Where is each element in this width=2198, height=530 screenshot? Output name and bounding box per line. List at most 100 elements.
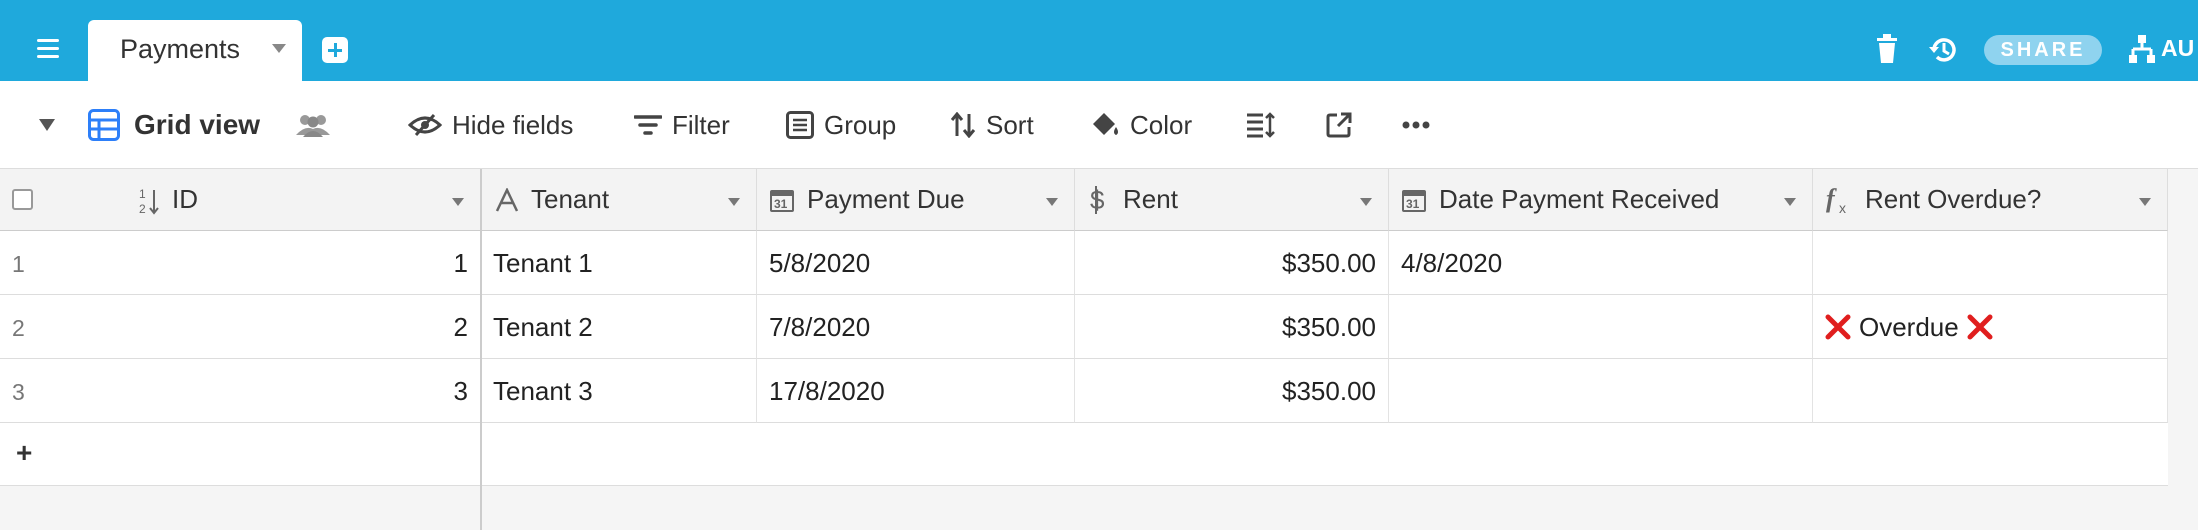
cell-rent[interactable]: $350.00 — [1075, 231, 1389, 295]
external-link-icon — [1326, 112, 1352, 138]
column-name: Rent — [1123, 184, 1178, 214]
triangle-down-icon — [39, 119, 55, 131]
row-number: 3 — [12, 379, 25, 405]
cross-mark-icon — [1967, 314, 1993, 340]
automations-icon[interactable] — [2128, 34, 2156, 64]
column-name: Payment Due — [807, 184, 965, 214]
table-row[interactable]: 2 2 — [0, 295, 481, 359]
calendar-icon: 31 — [770, 189, 794, 212]
view-switcher[interactable]: Grid view — [88, 81, 260, 169]
tab-payments[interactable]: Payments — [88, 20, 302, 81]
calendar-icon: 31 — [1402, 189, 1426, 212]
sort-label: Sort — [986, 109, 1034, 140]
more-options-button[interactable] — [1402, 81, 1430, 169]
view-toolbar: Grid view Hide fields Filter Group Sort — [0, 81, 2198, 169]
people-icon — [296, 115, 330, 137]
cell-rent[interactable]: $350.00 — [1075, 359, 1389, 423]
column-name: ID — [172, 184, 198, 214]
filter-label: Filter — [672, 109, 730, 140]
view-name: Grid view — [134, 109, 261, 140]
column-header-date-payment-received[interactable]: 31 Date Payment Received — [1389, 169, 1813, 231]
cell-id: 2 — [453, 312, 468, 342]
cell-date-received[interactable] — [1389, 295, 1813, 359]
filter-icon — [634, 115, 662, 135]
history-icon[interactable] — [1928, 35, 1958, 65]
chevron-down-icon[interactable] — [2139, 198, 2151, 206]
filter-button[interactable]: Filter — [634, 81, 730, 169]
records-grid: 1 2 ID Tenant 31 Payment Due $ Rent 31 D… — [0, 169, 2168, 486]
collapse-sidebar-button[interactable] — [38, 81, 56, 169]
currency-icon: $ — [1090, 185, 1105, 215]
cell-payment-due[interactable]: 7/8/2020 — [757, 295, 1075, 359]
add-table-icon[interactable] — [322, 37, 348, 63]
group-icon — [786, 111, 814, 139]
cell-rent-overdue[interactable]: Overdue — [1813, 295, 2168, 359]
cell-tenant[interactable]: Tenant 1 — [481, 231, 757, 295]
add-record-button[interactable]: + — [0, 423, 481, 486]
row-number: 2 — [12, 315, 25, 341]
svg-text:1: 1 — [139, 187, 146, 201]
row-height-button[interactable] — [1246, 81, 1276, 169]
automations-label[interactable]: AU — [2161, 35, 2194, 62]
group-label: Group — [824, 109, 897, 140]
column-header-rent[interactable]: $ Rent — [1075, 169, 1389, 231]
column-name: Rent Overdue? — [1865, 184, 2042, 214]
cell-id: 1 — [453, 248, 468, 278]
tab-dropdown-icon[interactable] — [272, 44, 286, 53]
column-name: Tenant — [531, 184, 610, 214]
svg-text:$: $ — [1090, 185, 1105, 215]
share-view-button[interactable] — [1326, 81, 1352, 169]
top-bar: Payments SHARE AU — [0, 0, 2198, 81]
cell-tenant[interactable]: Tenant 2 — [481, 295, 757, 359]
collaborators-button[interactable] — [296, 81, 330, 169]
cell-rent-overdue[interactable] — [1813, 359, 2168, 423]
chevron-down-icon[interactable] — [1784, 198, 1796, 206]
trash-icon[interactable] — [1876, 34, 1898, 64]
cell-date-received[interactable] — [1389, 359, 1813, 423]
chevron-down-icon[interactable] — [728, 198, 740, 206]
grid-view-icon — [88, 109, 120, 141]
cell-tenant[interactable]: Tenant 3 — [481, 359, 757, 423]
cell-id: 3 — [453, 376, 468, 406]
share-button[interactable]: SHARE — [1984, 35, 2102, 65]
cell-payment-due[interactable]: 5/8/2020 — [757, 231, 1075, 295]
paint-bucket-icon — [1093, 113, 1118, 135]
sort-button[interactable]: Sort — [950, 81, 1034, 169]
sort-arrows-icon — [950, 112, 976, 138]
table-row[interactable]: 3 3 — [0, 359, 481, 423]
chevron-down-icon[interactable] — [452, 198, 464, 206]
svg-text:2: 2 — [139, 202, 146, 216]
svg-text:x: x — [1839, 200, 1846, 215]
overdue-text: Overdue — [1859, 312, 1959, 342]
svg-text:31: 31 — [774, 197, 788, 211]
table-row[interactable]: 1 1 — [0, 231, 481, 295]
number-sort-icon: 1 2 — [139, 187, 159, 216]
cell-rent-overdue[interactable] — [1813, 231, 2168, 295]
column-header-rent-overdue[interactable]: f x Rent Overdue? — [1813, 169, 2168, 231]
chevron-down-icon[interactable] — [1360, 198, 1372, 206]
tab-label: Payments — [120, 34, 241, 64]
formula-icon: f x — [1826, 185, 1846, 215]
add-record-row[interactable] — [481, 423, 2168, 486]
group-button[interactable]: Group — [786, 81, 896, 169]
hide-fields-label: Hide fields — [452, 109, 574, 140]
frozen-column-divider — [480, 169, 482, 530]
column-header-id[interactable]: 1 2 ID — [0, 169, 481, 231]
svg-text:31: 31 — [1406, 197, 1420, 211]
column-header-tenant[interactable]: Tenant — [481, 169, 757, 231]
hide-fields-button[interactable]: Hide fields — [408, 81, 573, 169]
cell-date-received[interactable]: 4/8/2020 — [1389, 231, 1813, 295]
hide-eye-icon — [408, 113, 442, 137]
column-header-payment-due[interactable]: 31 Payment Due — [757, 169, 1075, 231]
cell-rent[interactable]: $350.00 — [1075, 295, 1389, 359]
cross-mark-icon — [1825, 314, 1851, 340]
row-height-icon — [1247, 112, 1275, 138]
column-name: Date Payment Received — [1439, 184, 1720, 214]
select-all-checkbox[interactable] — [12, 189, 33, 210]
color-button[interactable]: Color — [1090, 81, 1192, 169]
plus-icon: + — [16, 437, 33, 468]
chevron-down-icon[interactable] — [1046, 198, 1058, 206]
cell-payment-due[interactable]: 17/8/2020 — [757, 359, 1075, 423]
svg-text:f: f — [1826, 185, 1837, 213]
hamburger-menu-icon[interactable] — [30, 33, 66, 63]
